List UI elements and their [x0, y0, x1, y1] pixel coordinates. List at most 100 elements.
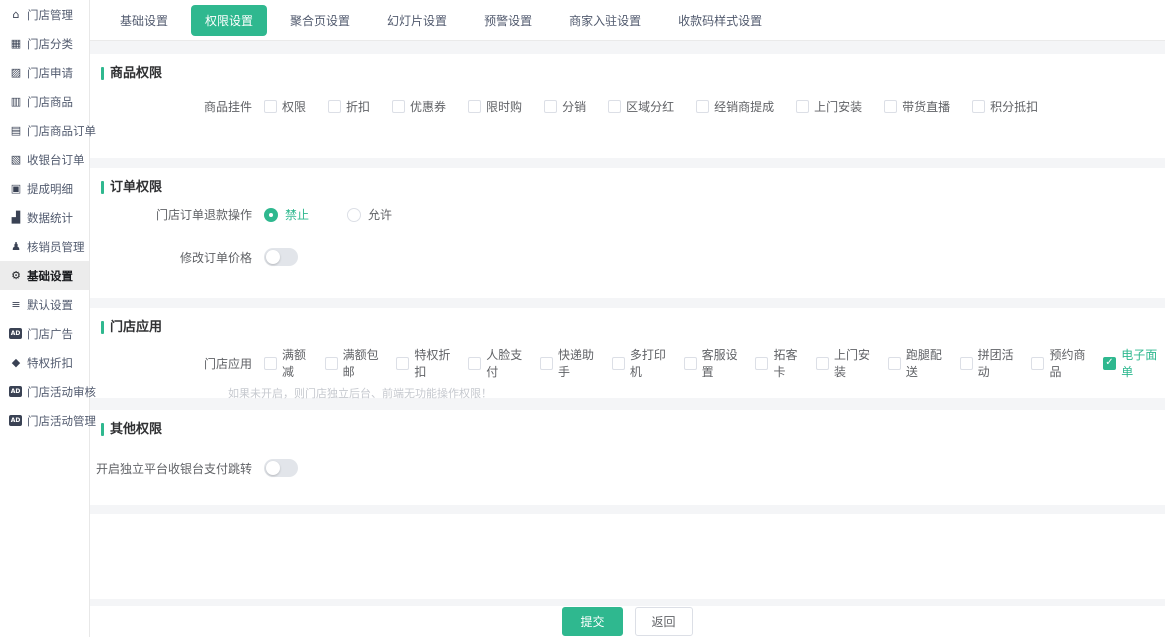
back-button[interactable]: 返回 [635, 607, 693, 636]
submit-button[interactable]: 提交 [562, 607, 622, 636]
sidebar-item-activity-manage[interactable]: AD 门店活动管理 [0, 406, 89, 435]
sidebar-item-verifier-manage[interactable]: ♟ 核销员管理 [0, 232, 89, 261]
activity-audit-ad-icon: AD [9, 386, 22, 397]
checkbox-item[interactable]: 特权折扣 [396, 346, 458, 380]
checkbox-item[interactable]: 带货直播 [884, 98, 950, 115]
activity-manage-ad-icon: AD [9, 415, 22, 426]
section-goods-permission: 商品权限 商品挂件 权限 折扣 优惠券 限时购 分销 区域分红 经销商提成 上门… [90, 54, 1165, 158]
sidebar-item-label: 门店管理 [27, 7, 73, 23]
checkbox-box [612, 357, 625, 370]
sidebar-item-goods-order[interactable]: ▤ 门店商品订单 [0, 116, 89, 145]
cashier-pay-jump-label: 开启独立平台收银台支付跳转 [90, 460, 264, 477]
sidebar-item-label: 门店商品 [27, 94, 73, 110]
checkbox-item[interactable]: 拼团活动 [960, 346, 1022, 380]
section-marker [101, 181, 104, 194]
main-content: 基础设置 权限设置 聚合页设置 幻灯片设置 预警设置 商家入驻设置 收款码样式设… [90, 0, 1165, 637]
checkbox-item[interactable]: 满额包邮 [325, 346, 387, 380]
sidebar-item-default-settings[interactable]: ≡ 默认设置 [0, 290, 89, 319]
sidebar: ⌂ 门店管理 ▦ 门店分类 ▨ 门店申请 ▥ 门店商品 ▤ 门店商品订单 ▧ 收… [0, 0, 90, 637]
checkbox-box [396, 357, 409, 370]
sidebar-item-privilege-discount[interactable]: ◆ 特权折扣 [0, 348, 89, 377]
sidebar-item-label: 门店分类 [27, 36, 73, 52]
section-title-text: 其他权限 [110, 420, 162, 438]
section-title-text: 订单权限 [110, 178, 162, 196]
sidebar-item-store-manage[interactable]: ⌂ 门店管理 [0, 0, 89, 29]
section-order-permission: 订单权限 门店订单退款操作 禁止 允许 修改订单价格 [90, 168, 1165, 298]
section-title: 订单权限 [90, 168, 1165, 196]
checkbox-item[interactable]: 上门安装 [796, 98, 862, 115]
sidebar-item-basic-settings[interactable]: ⚙ 基础设置 [0, 261, 89, 290]
checkbox-box [608, 100, 621, 113]
checkbox-item[interactable]: 区域分红 [608, 98, 674, 115]
checkbox-box [960, 357, 973, 370]
checkbox-item[interactable]: 上门安装 [816, 346, 878, 380]
receipt-icon: ▧ [9, 153, 23, 166]
cashier-pay-jump-toggle[interactable] [264, 459, 298, 477]
section-marker [101, 321, 104, 334]
sidebar-item-store-ad[interactable]: AD 门店广告 [0, 319, 89, 348]
checkbox-item[interactable]: 权限 [264, 98, 306, 115]
store-apps-checkbox-group: 满额减 满额包邮 特权折扣 人脸支付 快递助手 多打印机 客服设置 拓客卡 上门… [264, 346, 1165, 380]
goods-bag-icon: ▥ [9, 95, 23, 108]
checkbox-item[interactable]: 积分抵扣 [972, 98, 1038, 115]
checkbox-box [544, 100, 557, 113]
sidebar-item-label: 门店活动管理 [27, 413, 96, 429]
sidebar-item-store-apply[interactable]: ▨ 门店申请 [0, 58, 89, 87]
sidebar-item-store-goods[interactable]: ▥ 门店商品 [0, 87, 89, 116]
category-grid-icon: ▦ [9, 37, 23, 50]
checkbox-item[interactable]: 预约商品 [1031, 346, 1093, 380]
tab-alert-settings[interactable]: 预警设置 [470, 5, 546, 36]
sidebar-item-label: 基础设置 [27, 268, 73, 284]
discount-tag-icon: ◆ [9, 356, 23, 369]
tab-merchant-entry-settings[interactable]: 商家入驻设置 [555, 5, 655, 36]
checkbox-box [264, 100, 277, 113]
checkbox-box [540, 357, 553, 370]
checkbox-item[interactable]: 满额减 [264, 346, 315, 380]
sidebar-item-activity-audit[interactable]: AD 门店活动审核 [0, 377, 89, 406]
tab-aggregate-page-settings[interactable]: 聚合页设置 [276, 5, 364, 36]
tab-permission-settings[interactable]: 权限设置 [191, 5, 267, 36]
tab-basic-settings[interactable]: 基础设置 [106, 5, 182, 36]
commission-icon: ▣ [9, 182, 23, 195]
sidebar-item-store-category[interactable]: ▦ 门店分类 [0, 29, 89, 58]
sidebar-item-label: 门店申请 [27, 65, 73, 81]
sidebar-item-label: 收银台订单 [27, 152, 85, 168]
checkbox-item[interactable]: 经销商提成 [696, 98, 774, 115]
section-title: 门店应用 [90, 308, 1165, 336]
form-footer: 提交 返回 [90, 606, 1165, 637]
checkbox-box [328, 100, 341, 113]
checkbox-item[interactable]: 多打印机 [612, 346, 674, 380]
sidebar-item-commission-detail[interactable]: ▣ 提成明细 [0, 174, 89, 203]
checkbox-item[interactable]: 优惠券 [392, 98, 446, 115]
modify-order-price-toggle[interactable] [264, 248, 298, 266]
checkbox-item[interactable]: 折扣 [328, 98, 370, 115]
radio-unselected-icon [347, 208, 361, 222]
sidebar-item-data-stats[interactable]: ▟ 数据统计 [0, 203, 89, 232]
sidebar-item-cashier-order[interactable]: ▧ 收银台订单 [0, 145, 89, 174]
refund-radio-group: 禁止 允许 [264, 206, 392, 223]
checkbox-item[interactable]: 限时购 [468, 98, 522, 115]
sidebar-item-label: 门店活动审核 [27, 384, 96, 400]
folder-check-icon: ▨ [9, 66, 23, 79]
checkbox-item-electronic-waybill[interactable]: 电子面单 [1103, 346, 1165, 380]
radio-forbid[interactable]: 禁止 [264, 206, 309, 223]
sidebar-item-label: 默认设置 [27, 297, 73, 313]
radio-allow[interactable]: 允许 [347, 206, 392, 223]
checkbox-item[interactable]: 跑腿配送 [888, 346, 950, 380]
radio-selected-icon [264, 208, 278, 222]
person-icon: ♟ [9, 240, 23, 253]
checkbox-item[interactable]: 客服设置 [684, 346, 746, 380]
tab-payment-code-style-settings[interactable]: 收款码样式设置 [664, 5, 776, 36]
settings-tabbar: 基础设置 权限设置 聚合页设置 幻灯片设置 预警设置 商家入驻设置 收款码样式设… [90, 0, 1165, 41]
section-marker [101, 423, 104, 436]
checkbox-box [468, 357, 481, 370]
section-title: 其他权限 [90, 410, 1165, 438]
checkbox-item[interactable]: 快递助手 [540, 346, 602, 380]
checkbox-item[interactable]: 分销 [544, 98, 586, 115]
section-title-text: 商品权限 [110, 64, 162, 82]
tab-slideshow-settings[interactable]: 幻灯片设置 [373, 5, 461, 36]
checkbox-item[interactable]: 人脸支付 [468, 346, 530, 380]
checkbox-box [816, 357, 829, 370]
checkbox-item[interactable]: 拓客卡 [755, 346, 806, 380]
checkbox-box [796, 100, 809, 113]
